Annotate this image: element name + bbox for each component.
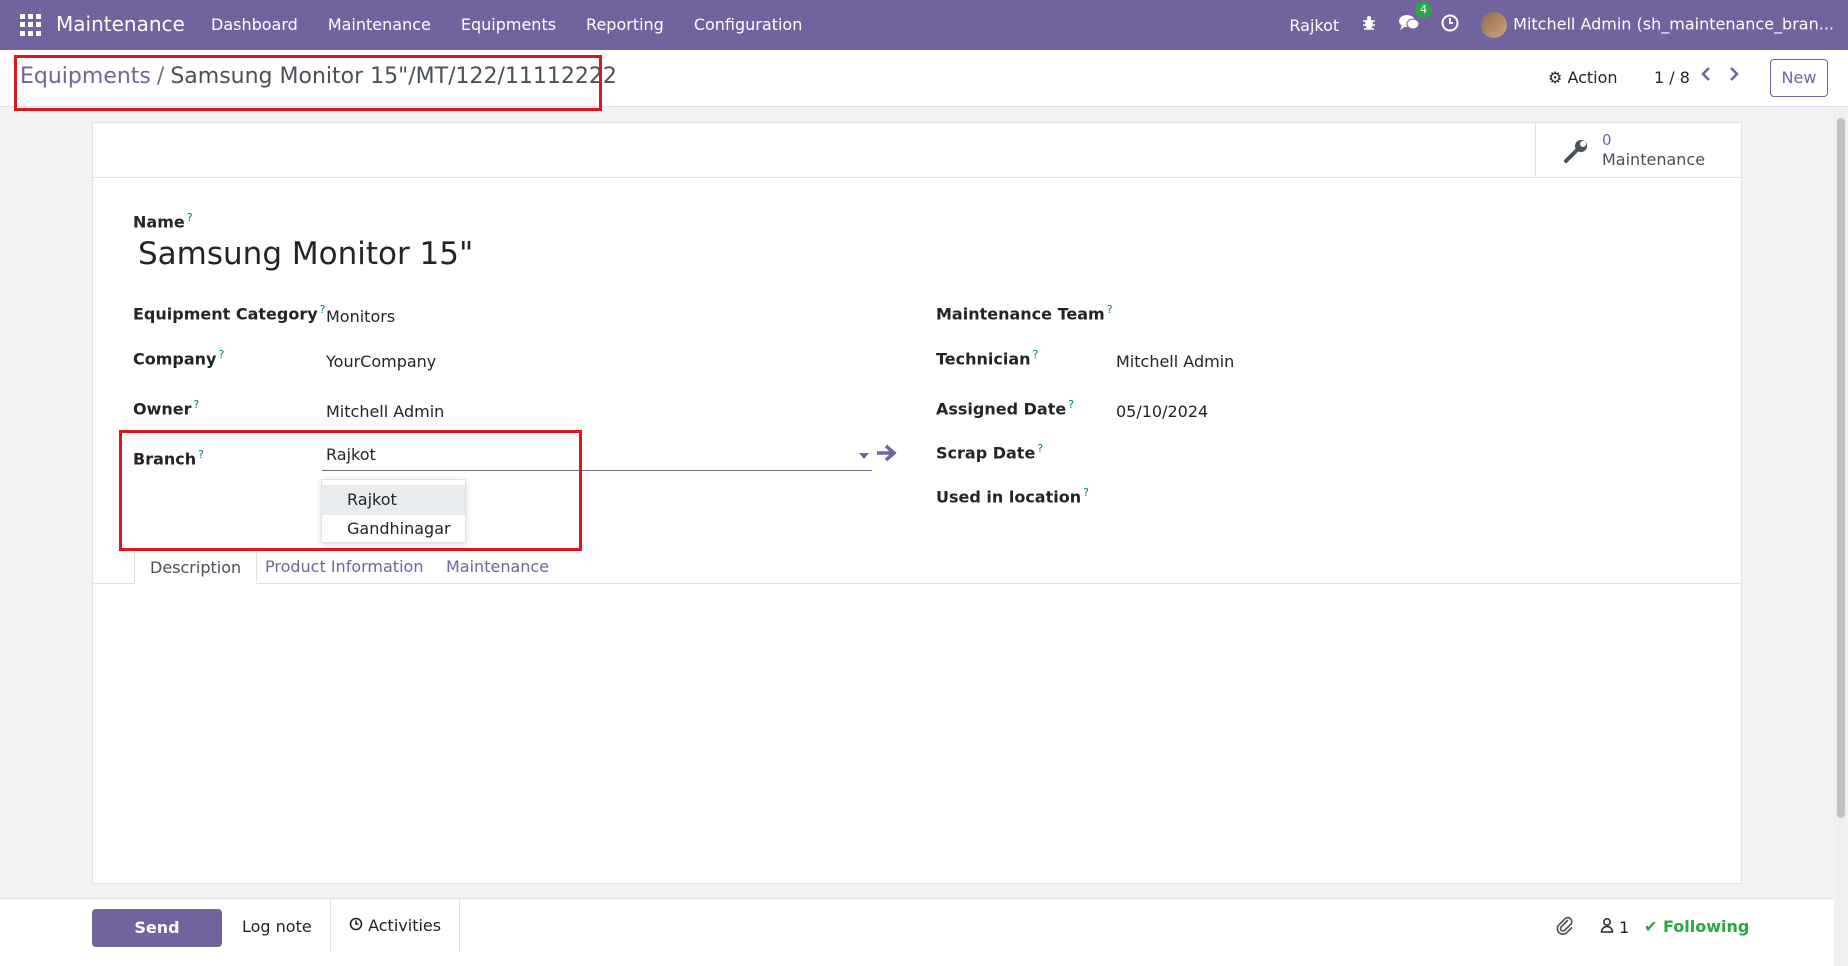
clock-icon[interactable] (1441, 14, 1459, 36)
followers-count: 1 (1619, 918, 1630, 937)
company-label: Company? (133, 348, 225, 369)
help-icon[interactable]: ? (1107, 303, 1113, 316)
paperclip-icon[interactable] (1556, 915, 1574, 940)
name-label: Name? (133, 211, 193, 232)
help-icon[interactable]: ? (1033, 348, 1039, 361)
top-navbar: Maintenance Dashboard Maintenance Equipm… (0, 0, 1848, 50)
chevron-left-icon[interactable] (1700, 66, 1712, 87)
help-icon[interactable]: ? (1068, 398, 1074, 411)
chatter-bar: Send message Log note Activities 1 ✔ Fol… (0, 898, 1834, 966)
log-note-button[interactable]: Log note (242, 917, 312, 936)
assigned-date-field[interactable]: 05/10/2024 (1116, 402, 1208, 421)
activities-label: Activities (368, 916, 442, 935)
menu-item-maintenance[interactable]: Maintenance (313, 0, 446, 50)
caret-down-icon[interactable] (859, 453, 869, 459)
help-icon[interactable]: ? (1037, 442, 1043, 455)
breadcrumb-highlight-box (14, 55, 602, 111)
maintenance-count: 0 (1602, 131, 1612, 149)
tab-maintenance[interactable]: Maintenance (431, 550, 564, 584)
chat-icon[interactable]: 4 (1399, 2, 1433, 36)
user-name: Mitchell Admin (sh_maintenance_bran... (1513, 14, 1834, 34)
help-icon[interactable]: ? (187, 211, 193, 224)
location-label: Used in location? (936, 486, 1089, 507)
clock-icon (349, 916, 368, 935)
branch-switcher[interactable]: Rajkot (1289, 16, 1339, 35)
button-box: 0 Maintenance (93, 123, 1741, 178)
help-icon[interactable]: ? (218, 348, 224, 361)
main-menu: Dashboard Maintenance Equipments Reporti… (196, 0, 817, 50)
app-brand[interactable]: Maintenance (56, 12, 185, 36)
owner-field[interactable]: Mitchell Admin (326, 402, 444, 421)
action-menu-button[interactable]: ⚙ Action (1548, 68, 1618, 87)
equipment-name-field[interactable]: Samsung Monitor 15" (138, 236, 473, 272)
owner-label: Owner? (133, 398, 200, 419)
help-icon[interactable]: ? (194, 398, 200, 411)
pager-value[interactable]: 1 / 8 (1654, 68, 1690, 87)
user-icon (1600, 918, 1619, 937)
chat-count-badge: 4 (1415, 2, 1433, 18)
branch-highlight-box (119, 430, 582, 551)
wrench-icon (1562, 137, 1590, 172)
team-label: Maintenance Team? (936, 303, 1113, 324)
arrow-right-icon[interactable] (875, 443, 897, 469)
check-icon: ✔ (1644, 917, 1658, 936)
technician-label: Technician? (936, 348, 1039, 369)
user-menu[interactable]: Mitchell Admin (sh_maintenance_bran... (1481, 12, 1834, 38)
scrollbar[interactable] (1834, 108, 1848, 966)
category-label: Equipment Category? (133, 303, 326, 324)
tab-product-information[interactable]: Product Information (250, 550, 438, 584)
navbar-systray: Rajkot 4 Mitchell Admin (sh_maintenance_… (1267, 0, 1834, 50)
maintenance-label: Maintenance (1602, 150, 1706, 169)
following-label: Following (1662, 917, 1750, 936)
gear-icon: ⚙ (1548, 68, 1563, 87)
maintenance-smart-button[interactable]: 0 Maintenance (1535, 123, 1741, 177)
activities-button[interactable]: Activities (330, 899, 461, 953)
menu-item-reporting[interactable]: Reporting (571, 0, 679, 50)
send-message-button[interactable]: Send message (92, 909, 222, 966)
following-button[interactable]: ✔ Following (1644, 917, 1749, 936)
scrollbar-thumb[interactable] (1837, 118, 1845, 818)
apps-menu-icon[interactable] (20, 14, 42, 36)
menu-item-dashboard[interactable]: Dashboard (196, 0, 313, 50)
avatar (1481, 12, 1508, 38)
bug-icon[interactable] (1361, 15, 1377, 35)
technician-field[interactable]: Mitchell Admin (1116, 352, 1234, 371)
help-icon[interactable]: ? (320, 303, 326, 316)
scrap-date-label: Scrap Date? (936, 442, 1044, 463)
new-button[interactable]: New (1770, 59, 1828, 97)
company-field[interactable]: YourCompany (326, 352, 436, 371)
chevron-right-icon[interactable] (1728, 66, 1740, 87)
menu-item-configuration[interactable]: Configuration (679, 0, 818, 50)
tab-description[interactable]: Description (134, 550, 258, 584)
menu-item-equipments[interactable]: Equipments (446, 0, 571, 50)
help-icon[interactable]: ? (1083, 486, 1089, 499)
category-field[interactable]: Monitors (326, 307, 395, 326)
assigned-date-label: Assigned Date? (936, 398, 1075, 419)
followers-button[interactable]: 1 (1600, 917, 1629, 937)
action-label: Action (1567, 68, 1618, 87)
